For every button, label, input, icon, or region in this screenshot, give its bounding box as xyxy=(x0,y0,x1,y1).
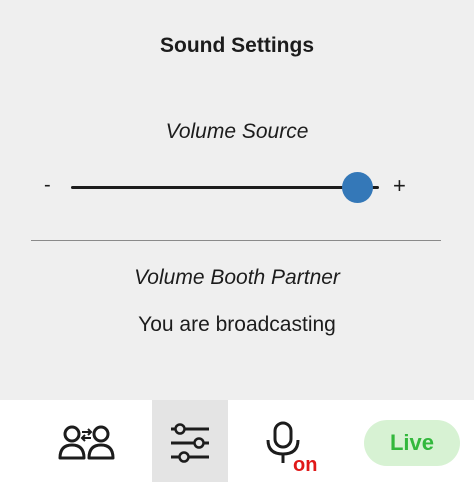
volume-source-slider-thumb[interactable] xyxy=(341,172,373,203)
broadcast-status-text: You are broadcasting xyxy=(138,313,336,336)
page-title: Sound Settings xyxy=(160,34,314,57)
volume-booth-partner-label: Volume Booth Partner xyxy=(134,266,340,289)
volume-source-slider-track[interactable] xyxy=(71,186,379,189)
tab-microphone[interactable]: on xyxy=(228,400,348,482)
tab-sound-settings[interactable] xyxy=(152,400,228,482)
divider xyxy=(31,240,441,241)
volume-source-slider-row: - + xyxy=(0,170,474,204)
swap-partner-icon xyxy=(58,425,115,460)
volume-max-label: + xyxy=(393,173,406,198)
bottom-tab-bar: on Live xyxy=(0,400,474,482)
volume-min-label: - xyxy=(44,174,51,196)
sound-settings-panel: Sound Settings Volume Source - + Volume … xyxy=(0,0,474,400)
volume-source-label: Volume Source xyxy=(165,120,309,143)
live-button[interactable]: Live xyxy=(364,420,460,466)
microphone-state-label: on xyxy=(293,454,318,476)
settings-sliders-icon xyxy=(171,423,209,463)
tab-swap-partner[interactable] xyxy=(0,400,152,482)
tab-live: Live xyxy=(348,400,474,482)
